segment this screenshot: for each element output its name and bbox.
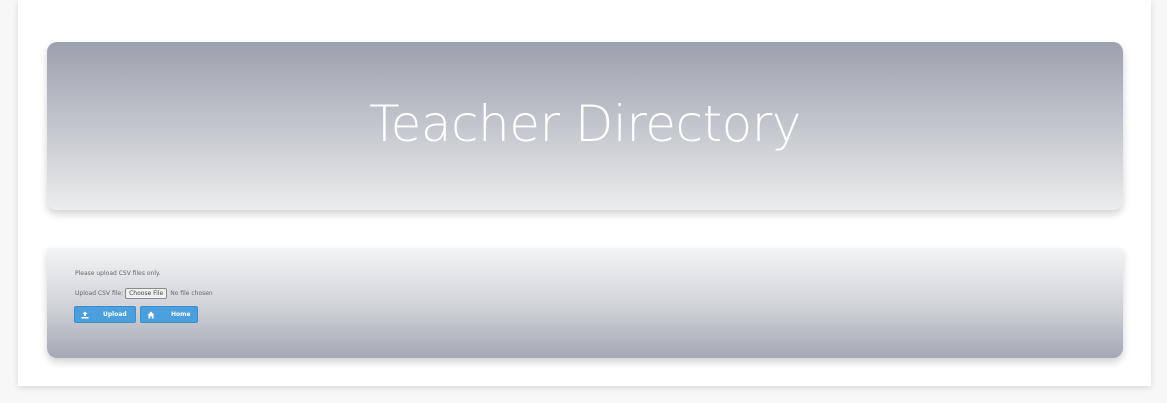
page-title: Teacher Directory — [369, 95, 801, 153]
upload-button-label: Upload — [103, 311, 127, 318]
action-buttons: Upload Home — [74, 306, 198, 323]
upload-icon — [81, 311, 89, 319]
upload-panel: Please upload CSV files only. Upload CSV… — [47, 248, 1123, 358]
home-button-label: Home — [171, 311, 191, 318]
header-banner: Teacher Directory — [47, 42, 1123, 210]
main-card: Teacher Directory Please upload CSV file… — [18, 0, 1151, 386]
home-button[interactable]: Home — [140, 306, 198, 323]
choose-file-button[interactable]: Choose File — [125, 287, 168, 299]
upload-button[interactable]: Upload — [74, 306, 136, 323]
file-input-row: Upload CSV file: Choose File No file cho… — [75, 287, 213, 299]
home-icon — [147, 311, 155, 319]
file-input-label: Upload CSV file: — [75, 289, 124, 297]
upload-note: Please upload CSV files only. — [75, 270, 161, 277]
no-file-text: No file chosen — [170, 289, 213, 297]
